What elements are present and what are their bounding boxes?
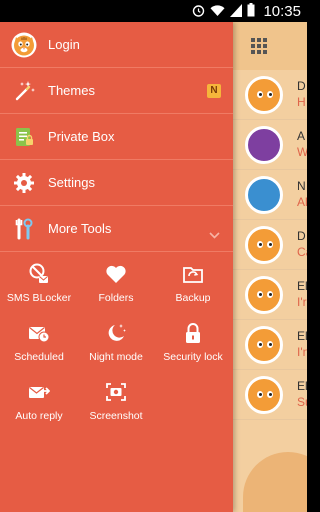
conversation-row[interactable]: D Ca: [233, 220, 307, 270]
chevron-down-icon[interactable]: [209, 224, 220, 243]
contact-avatar: [245, 276, 283, 314]
tool-auto-reply[interactable]: Auto reply: [0, 380, 78, 438]
navigation-drawer: Login Themes N Private Box Settings More…: [0, 22, 233, 512]
tools-icon: [11, 216, 37, 242]
tiger-tail-decoration: [243, 452, 307, 512]
magic-wand-icon: [11, 78, 37, 104]
menu-item-settings[interactable]: Settings: [0, 160, 233, 206]
menu-item-more-tools[interactable]: More Tools: [0, 206, 233, 252]
contact-name: El: [297, 379, 307, 393]
menu-item-label: Private Box: [48, 129, 115, 144]
tool-sms-blocker[interactable]: SMS BLocker: [0, 262, 78, 320]
message-snippet: Al: [297, 195, 307, 209]
contact-name: El: [297, 279, 307, 293]
contact-avatar: [245, 326, 283, 364]
conversation-row[interactable]: N Al: [233, 170, 307, 220]
tool-backup[interactable]: Backup: [154, 262, 232, 320]
conversation-row[interactable]: El Su: [233, 370, 307, 420]
contact-avatar: [245, 76, 283, 114]
tool-label: Folders: [98, 292, 134, 304]
contact-avatar: [245, 226, 283, 264]
contact-name: D: [297, 229, 306, 243]
battery-icon: [247, 2, 255, 21]
scheduled-mail-icon: [27, 321, 51, 345]
menu-item-login[interactable]: Login: [0, 22, 233, 68]
message-snippet: H: [297, 95, 306, 109]
tool-label: Scheduled: [14, 351, 64, 363]
tool-label: Auto reply: [15, 410, 63, 422]
contact-name: El: [297, 329, 307, 343]
grid-menu-icon[interactable]: [251, 38, 267, 54]
heart-icon: [104, 262, 128, 286]
screenshot-icon: [104, 380, 128, 404]
menu-item-themes[interactable]: Themes N: [0, 68, 233, 114]
contact-avatar: [245, 176, 283, 214]
status-time: 10:35: [263, 2, 301, 20]
message-snippet: I'n: [297, 345, 307, 359]
contact-avatar: [245, 376, 283, 414]
menu-item-label: Settings: [48, 175, 95, 190]
status-bar: 10:35: [0, 0, 307, 22]
sms-blocker-icon: [27, 262, 51, 286]
conversation-row[interactable]: El I'r: [233, 270, 307, 320]
tool-scheduled[interactable]: Scheduled: [0, 321, 78, 379]
menu-item-label: More Tools: [48, 221, 112, 236]
message-snippet: Ca: [297, 245, 307, 259]
tiger-avatar-icon: [11, 32, 37, 58]
backup-folder-icon: [181, 262, 205, 286]
contact-name: A: [297, 129, 306, 143]
tool-label: Night mode: [89, 351, 143, 363]
lock-icon: [181, 321, 205, 345]
tool-label: Screenshot: [89, 410, 143, 422]
conversation-row[interactable]: D H: [233, 70, 307, 120]
night-mode-icon: [104, 321, 128, 345]
signal-icon: [230, 2, 243, 21]
contact-name: D: [297, 79, 306, 93]
conversation-row[interactable]: A W: [233, 120, 307, 170]
gear-icon: [11, 170, 37, 196]
tool-label: SMS BLocker: [6, 292, 72, 304]
tool-security-lock[interactable]: Security lock: [154, 321, 232, 379]
conversation-header: [233, 22, 307, 70]
alarm-icon: [192, 2, 205, 21]
tool-folders[interactable]: Folders: [77, 262, 155, 320]
wifi-icon: [210, 2, 225, 21]
message-snippet: Su: [297, 395, 307, 409]
tool-night-mode[interactable]: Night mode: [77, 321, 155, 379]
auto-reply-icon: [27, 380, 51, 404]
menu-item-label: Themes: [48, 83, 95, 98]
tool-label: Security lock: [163, 351, 223, 363]
tool-label: Backup: [175, 292, 211, 304]
new-badge: N: [207, 84, 221, 98]
message-snippet: W: [297, 145, 307, 159]
conversation-list: D H A W N Al D Ca El I'r El I'n El Su: [233, 22, 307, 512]
contact-name: N: [297, 179, 306, 193]
menu-item-label: Login: [48, 37, 80, 52]
tool-screenshot[interactable]: Screenshot: [77, 380, 155, 438]
private-box-icon: [11, 124, 37, 150]
menu-item-private-box[interactable]: Private Box: [0, 114, 233, 160]
conversation-row[interactable]: El I'n: [233, 320, 307, 370]
message-snippet: I'r: [297, 295, 307, 309]
contact-avatar: [245, 126, 283, 164]
